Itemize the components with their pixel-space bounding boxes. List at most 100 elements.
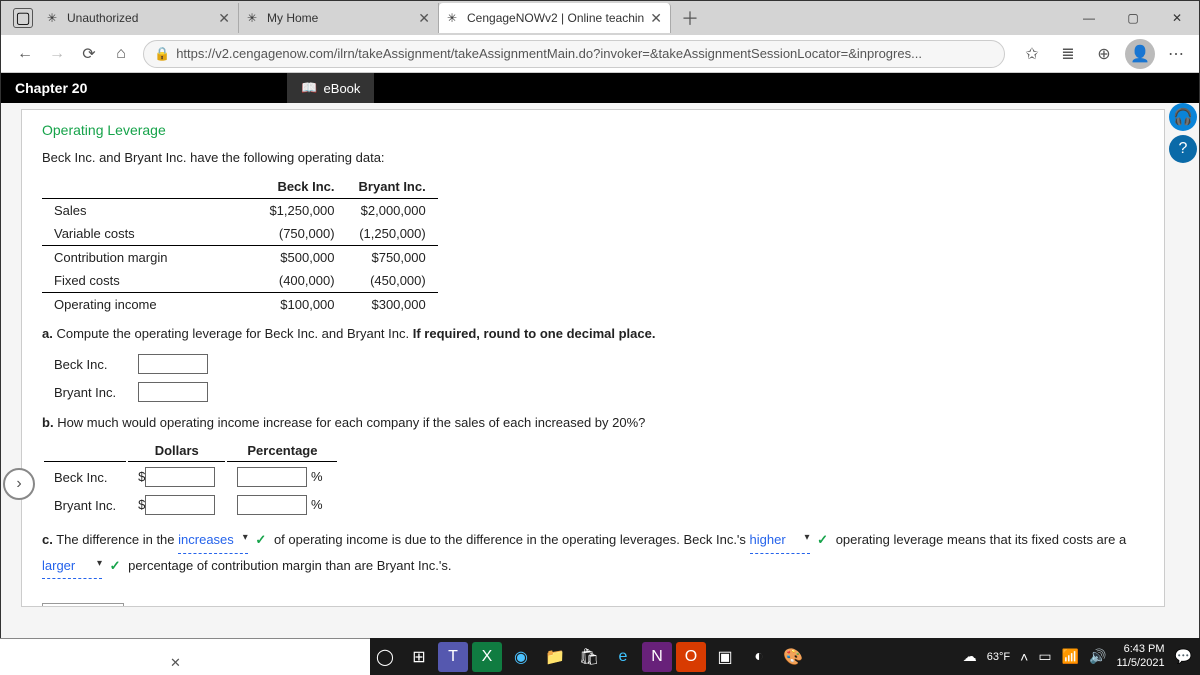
feedback-button[interactable]: Feedback xyxy=(42,603,124,607)
sound-icon[interactable]: 🔊 xyxy=(1089,648,1106,665)
maximize-icon[interactable]: ▢ xyxy=(1111,1,1155,35)
notifications-icon[interactable]: 💬 xyxy=(1175,648,1192,665)
ie-icon[interactable]: e xyxy=(608,642,638,672)
next-question-button[interactable]: › xyxy=(3,468,35,500)
url-text: https://v2.cengagenow.com/ilrn/takeAssig… xyxy=(176,46,994,61)
assignment-header: Chapter 20 📖 eBook xyxy=(1,73,1199,103)
qa-prefix: a. xyxy=(42,326,53,341)
pct-sign: % xyxy=(311,497,323,512)
bryant-pct-input[interactable] xyxy=(237,495,307,515)
popup-close-icon[interactable]: ✕ xyxy=(170,655,181,671)
battery-icon[interactable]: ▭ xyxy=(1038,648,1051,665)
check-icon: ✓ xyxy=(110,558,121,573)
beck-label: Beck Inc. xyxy=(44,351,126,377)
question-a: a. Compute the operating leverage for Be… xyxy=(42,326,1144,341)
weather-icon[interactable]: ☁ xyxy=(963,648,977,665)
answer-table-b: DollarsPercentage Beck Inc. $ % Bryant I… xyxy=(42,438,339,520)
qa-text: Compute the operating leverage for Beck … xyxy=(56,326,412,341)
beck-label-b: Beck Inc. xyxy=(44,464,126,490)
tab-cengage[interactable]: ✳ CengageNOWv2 | Online teachin ✕ xyxy=(439,3,671,33)
qc-text1: The difference in the xyxy=(56,532,178,547)
bryant-label-b: Bryant Inc. xyxy=(44,492,126,518)
qc-prefix: c. xyxy=(42,532,53,547)
clock[interactable]: 6:43 PM 11/5/2021 xyxy=(1116,643,1164,669)
support-chat-icon[interactable]: 🎧 xyxy=(1169,103,1197,131)
row-beck: (400,000) xyxy=(257,269,346,293)
beck-leverage-input[interactable] xyxy=(138,354,208,374)
ebook-button[interactable]: 📖 eBook xyxy=(287,73,374,103)
profile-avatar[interactable]: 👤 xyxy=(1125,39,1155,69)
table-row: Variable costs(750,000)(1,250,000) xyxy=(42,222,438,246)
select-increases[interactable]: increases xyxy=(178,528,248,554)
qc-text4: percentage of contribution margin than a… xyxy=(128,558,451,573)
task-view-icon[interactable]: ⊞ xyxy=(404,642,434,672)
favicon: ✳ xyxy=(47,11,61,25)
select-higher[interactable]: higher xyxy=(750,528,810,554)
time-text: 6:43 PM xyxy=(1116,643,1164,656)
forward-button[interactable]: → xyxy=(41,38,73,70)
beck-dollar-input[interactable] xyxy=(145,467,215,487)
tab-unauthorized[interactable]: ✳ Unauthorized ✕ xyxy=(39,3,239,33)
qc-text2: of operating income is due to the differ… xyxy=(274,532,750,547)
table-row: Fixed costs(400,000)(450,000) xyxy=(42,269,438,293)
row-bryant: $300,000 xyxy=(347,293,438,317)
edge-icon[interactable]: ◉ xyxy=(506,642,536,672)
qc-text3: operating leverage means that its fixed … xyxy=(836,532,1127,547)
collections-icon[interactable]: ⊕ xyxy=(1089,39,1119,69)
tray-chevron-icon[interactable]: ˄ xyxy=(1020,649,1028,665)
weather-temp[interactable]: 63°F xyxy=(987,651,1010,663)
new-tab-button[interactable]: ＋ xyxy=(681,5,699,31)
row-beck: $500,000 xyxy=(257,246,346,270)
store-icon[interactable]: 🛍 xyxy=(574,642,604,672)
url-box[interactable]: 🔒 https://v2.cengagenow.com/ilrn/takeAss… xyxy=(143,40,1005,68)
teams-icon[interactable]: T xyxy=(438,642,468,672)
row-beck: $100,000 xyxy=(257,293,346,317)
star-icon[interactable]: ✩ xyxy=(1017,39,1047,69)
paint-icon[interactable]: 🎨 xyxy=(778,642,808,672)
check-icon: ✓ xyxy=(255,532,266,547)
row-beck: (750,000) xyxy=(257,222,346,246)
favorites-icon[interactable]: ≣ xyxy=(1053,39,1083,69)
home-button[interactable]: ⌂ xyxy=(105,38,137,70)
row-label: Contribution margin xyxy=(42,246,257,270)
question-c: c. The difference in the increases ✓ of … xyxy=(42,528,1144,579)
start-icon[interactable]: ◯ xyxy=(370,642,400,672)
tab-bar: ▢ ✳ Unauthorized ✕ ✳ My Home ✕ ✳ Cengage… xyxy=(1,1,1199,35)
bryant-dollar-input[interactable] xyxy=(145,495,215,515)
wifi-icon[interactable]: 📶 xyxy=(1062,648,1079,665)
excel-icon[interactable]: X xyxy=(472,642,502,672)
menu-icon[interactable]: ⋯ xyxy=(1161,39,1191,69)
row-bryant: $2,000,000 xyxy=(347,199,438,223)
close-icon[interactable]: ✕ xyxy=(418,10,430,27)
problem-title: Operating Leverage xyxy=(42,122,1144,138)
app-icon[interactable]: ▣ xyxy=(710,642,740,672)
close-window-icon[interactable]: ✕ xyxy=(1155,1,1199,35)
start-region: ✕ xyxy=(0,638,370,675)
tab-label: My Home xyxy=(267,11,412,25)
beck-pct-input[interactable] xyxy=(237,467,307,487)
page-content: Chapter 20 📖 eBook 🎧 ? › Operating Lever… xyxy=(1,73,1199,639)
window-controls: — ▢ ✕ xyxy=(1067,1,1199,35)
close-icon[interactable]: ✕ xyxy=(218,10,230,27)
row-bryant: (1,250,000) xyxy=(347,222,438,246)
back-button[interactable]: ← xyxy=(9,38,41,70)
chrome-icon[interactable]: ◐ xyxy=(744,642,774,672)
qb-text: How much would operating income increase… xyxy=(57,415,645,430)
tab-myhome[interactable]: ✳ My Home ✕ xyxy=(239,3,439,33)
answer-table-a: Beck Inc. Bryant Inc. xyxy=(42,349,220,407)
right-rail: 🎧 ? xyxy=(1169,103,1199,163)
bryant-leverage-input[interactable] xyxy=(138,382,208,402)
onenote-icon[interactable]: N xyxy=(642,642,672,672)
system-tray: ☁ 63°F ˄ ▭ 📶 🔊 6:43 PM 11/5/2021 💬 xyxy=(963,643,1200,669)
minimize-icon[interactable]: — xyxy=(1067,1,1111,35)
file-explorer-icon[interactable]: 📁 xyxy=(540,642,570,672)
help-icon[interactable]: ? xyxy=(1169,135,1197,163)
select-larger[interactable]: larger xyxy=(42,554,102,580)
office-icon[interactable]: O xyxy=(676,642,706,672)
close-icon[interactable]: ✕ xyxy=(650,10,662,27)
tabs-overview-icon[interactable]: ▢ xyxy=(13,8,33,28)
refresh-button[interactable]: ⟳ xyxy=(73,38,105,70)
chapter-title: Chapter 20 xyxy=(15,80,87,96)
pct-sign: % xyxy=(311,469,323,484)
favicon: ✳ xyxy=(447,11,461,25)
